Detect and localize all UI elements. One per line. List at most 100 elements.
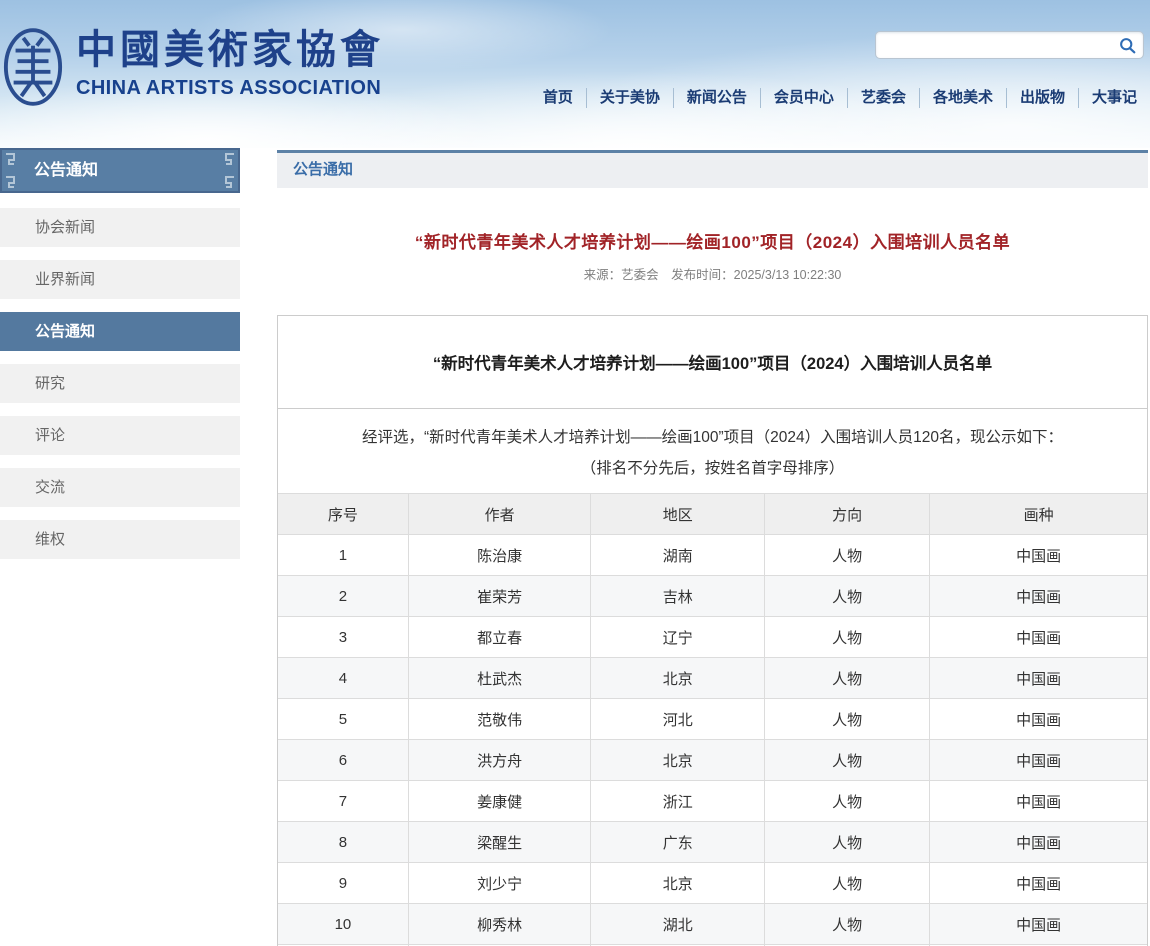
sidebar-item-commentary[interactable]: 评论 xyxy=(0,416,240,455)
table-cell: 范敬伟 xyxy=(408,699,590,740)
table-cell: 中国画 xyxy=(930,617,1147,658)
table-cell: 7 xyxy=(278,781,408,822)
table-cell: 中国画 xyxy=(930,781,1147,822)
nav-item-publications[interactable]: 出版物 xyxy=(1006,88,1078,108)
table-cell: 10 xyxy=(278,904,408,945)
table-cell: 中国画 xyxy=(930,822,1147,863)
table-cell: 人物 xyxy=(765,617,930,658)
breadcrumb: 公告通知 xyxy=(277,150,1148,188)
nav-item-regional-art[interactable]: 各地美术 xyxy=(919,88,1006,108)
nav-item-art-committee[interactable]: 艺委会 xyxy=(847,88,919,108)
table-cell: 辽宁 xyxy=(591,617,765,658)
nav-item-major-events[interactable]: 大事记 xyxy=(1078,88,1150,108)
notice-intro-line1: 经评选，“新时代青年美术人才培养计划——绘画100”项目（2024）入围培训人员… xyxy=(290,422,1135,453)
table-cell: 河北 xyxy=(591,699,765,740)
table-cell: 中国画 xyxy=(930,904,1147,945)
table-cell: 6 xyxy=(278,740,408,781)
table-cell: 人物 xyxy=(765,699,930,740)
table-cell: 3 xyxy=(278,617,408,658)
sidebar: 公告通知 协会新闻业界新闻公告通知研究评论交流维权 xyxy=(0,148,240,572)
table-row: 6洪方舟北京人物中国画 xyxy=(278,740,1147,781)
table-cell: 北京 xyxy=(591,740,765,781)
article-body-box: “新时代青年美术人才培养计划——绘画100”项目（2024）入围培训人员名单 经… xyxy=(277,315,1148,946)
table-cell: 刘少宁 xyxy=(408,863,590,904)
sidebar-item-announcements[interactable]: 公告通知 xyxy=(0,312,240,351)
table-cell: 中国画 xyxy=(930,535,1147,576)
sidebar-item-research[interactable]: 研究 xyxy=(0,364,240,403)
table-cell: 陈治康 xyxy=(408,535,590,576)
logo-chinese-title: 中國美術家協會 xyxy=(76,26,384,74)
table-cell: 浙江 xyxy=(591,781,765,822)
notice-intro-line2: （排名不分先后，按姓名首字母排序） xyxy=(290,453,1135,484)
table-row: 2崔荣芳吉林人物中国画 xyxy=(278,576,1147,617)
table-cell: 人物 xyxy=(765,904,930,945)
nav-item-about-caa[interactable]: 关于美协 xyxy=(586,88,673,108)
table-cell: 北京 xyxy=(591,863,765,904)
table-cell: 人物 xyxy=(765,863,930,904)
table-header-cell: 画种 xyxy=(930,494,1147,535)
notice-intro: 经评选，“新时代青年美术人才培养计划——绘画100”项目（2024）入围培训人员… xyxy=(278,409,1147,493)
table-cell: 8 xyxy=(278,822,408,863)
nav-item-home[interactable]: 首页 xyxy=(530,88,586,108)
main-nav: 首页关于美协新闻公告会员中心艺委会各地美术出版物大事记 xyxy=(530,84,1150,112)
table-cell: 姜康健 xyxy=(408,781,590,822)
table-header-cell: 序号 xyxy=(278,494,408,535)
table-header-row: 序号作者地区方向画种 xyxy=(278,494,1147,535)
table-cell: 人物 xyxy=(765,535,930,576)
table-cell: 梁醒生 xyxy=(408,822,590,863)
table-cell: 广东 xyxy=(591,822,765,863)
sidebar-item-association-news[interactable]: 协会新闻 xyxy=(0,208,240,247)
table-cell: 中国画 xyxy=(930,740,1147,781)
table-cell: 湖南 xyxy=(591,535,765,576)
site-logo[interactable]: 中國美術家協會 CHINA ARTISTS ASSOCIATION xyxy=(2,26,384,108)
nav-item-member-center[interactable]: 会员中心 xyxy=(760,88,847,108)
table-cell: 崔荣芳 xyxy=(408,576,590,617)
table-cell: 都立春 xyxy=(408,617,590,658)
sidebar-item-rights-protection[interactable]: 维权 xyxy=(0,520,240,559)
sidebar-item-exchange[interactable]: 交流 xyxy=(0,468,240,507)
table-cell: 人物 xyxy=(765,781,930,822)
sidebar-menu: 协会新闻业界新闻公告通知研究评论交流维权 xyxy=(0,208,240,559)
sidebar-header-label: 公告通知 xyxy=(34,162,98,179)
page: 中國美術家協會 CHINA ARTISTS ASSOCIATION 首页关于美协… xyxy=(0,0,1150,946)
nav-item-news-announcements[interactable]: 新闻公告 xyxy=(673,88,760,108)
table-header-cell: 作者 xyxy=(408,494,590,535)
table-row: 8梁醒生广东人物中国画 xyxy=(278,822,1147,863)
article-title: “新时代青年美术人才培养计划——绘画100”项目（2024）入围培训人员名单 xyxy=(277,228,1148,253)
table-row: 10柳秀林湖北人物中国画 xyxy=(278,904,1147,945)
table-cell: 中国画 xyxy=(930,658,1147,699)
table-row: 7姜康健浙江人物中国画 xyxy=(278,781,1147,822)
table-row: 9刘少宁北京人物中国画 xyxy=(278,863,1147,904)
table-cell: 吉林 xyxy=(591,576,765,617)
table-cell: 5 xyxy=(278,699,408,740)
breadcrumb-label: 公告通知 xyxy=(293,161,353,178)
sidebar-header: 公告通知 xyxy=(0,148,240,193)
search-box[interactable] xyxy=(875,31,1144,59)
table-header-cell: 方向 xyxy=(765,494,930,535)
table-cell: 4 xyxy=(278,658,408,699)
table-cell: 人物 xyxy=(765,822,930,863)
table-cell: 北京 xyxy=(591,658,765,699)
notice-inner-title: “新时代青年美术人才培养计划——绘画100”项目（2024）入围培训人员名单 xyxy=(278,316,1147,409)
fret-ornament-icon xyxy=(4,152,18,189)
caa-seal-icon xyxy=(2,26,64,108)
table-row: 3都立春辽宁人物中国画 xyxy=(278,617,1147,658)
table-cell: 2 xyxy=(278,576,408,617)
table-cell: 杜武杰 xyxy=(408,658,590,699)
table-cell: 中国画 xyxy=(930,863,1147,904)
fret-ornament-icon xyxy=(222,152,236,189)
article-meta: 来源：艺委会 发布时间：2025/3/13 10:22:30 xyxy=(277,264,1148,283)
table-cell: 9 xyxy=(278,863,408,904)
sidebar-item-industry-news[interactable]: 业界新闻 xyxy=(0,260,240,299)
trainee-roster-table: 序号作者地区方向画种 1陈治康湖南人物中国画2崔荣芳吉林人物中国画3都立春辽宁人… xyxy=(278,493,1147,946)
table-cell: 人物 xyxy=(765,740,930,781)
table-cell: 湖北 xyxy=(591,904,765,945)
table-header-cell: 地区 xyxy=(591,494,765,535)
table-cell: 柳秀林 xyxy=(408,904,590,945)
search-input[interactable] xyxy=(884,32,1114,58)
table-row: 5范敬伟河北人物中国画 xyxy=(278,699,1147,740)
search-icon[interactable] xyxy=(1119,37,1136,54)
table-row: 1陈治康湖南人物中国画 xyxy=(278,535,1147,576)
sky-banner: 中國美術家協會 CHINA ARTISTS ASSOCIATION 首页关于美协… xyxy=(0,0,1150,148)
table-cell: 中国画 xyxy=(930,699,1147,740)
